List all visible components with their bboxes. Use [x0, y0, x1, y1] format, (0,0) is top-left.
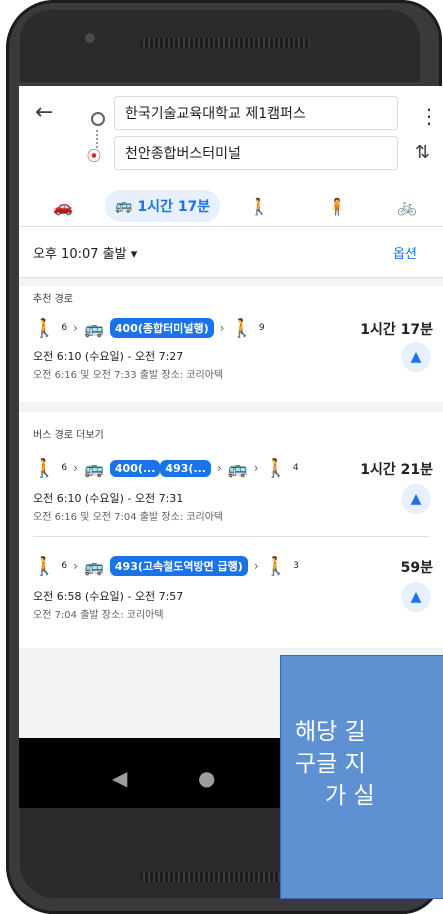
- bus-route-badge: 400(...: [109, 459, 161, 477]
- walk-icon: 🚶: [33, 317, 56, 339]
- chevron-right-icon: ›: [253, 559, 259, 573]
- bicycle-icon[interactable]: 🚲: [395, 190, 419, 222]
- origin-field[interactable]: 한국기술교육대학교 제1캠퍼스: [114, 96, 398, 130]
- navigate-icon[interactable]: ▲: [401, 342, 431, 372]
- bus-icon: 🚌: [83, 318, 104, 338]
- directions-header: ← ⦿ 한국기술교육대학교 제1캠퍼스 천안종합버스터미널 ⋮ ⇅ 🚗 🚌 1시…: [19, 86, 443, 246]
- time-range: 오전 6:10 (수요일) - 오전 7:31: [33, 492, 184, 505]
- caption-line: 가 실: [325, 783, 375, 809]
- walk-minutes: 6: [61, 561, 68, 571]
- caption-line: 해당 길: [295, 719, 366, 745]
- route-duration: 1시간 17분: [360, 322, 433, 338]
- more-routes-card: 버스 경로 더보기 🚶 6 › 🚌 400(... 493(... › 🚌 › …: [19, 412, 443, 648]
- transit-duration: 1시간 17분: [137, 199, 211, 215]
- front-camera: [85, 33, 95, 43]
- alternate-departures: 오전 6:16 및 오전 7:33 출발 장소: 코리아텍: [33, 370, 224, 381]
- tab-transit[interactable]: 🚌 1시간 17분: [105, 190, 221, 222]
- walk-icon: 🚶: [33, 457, 56, 479]
- bus-route-badge: 493(고속철도역방면 급행): [109, 556, 248, 576]
- walk-minutes: 9: [258, 323, 265, 333]
- walk-icon: 🚶: [33, 555, 56, 577]
- time-range: 오전 6:10 (수요일) - 오전 7:27: [33, 350, 184, 363]
- bus-route-badge: 493(...: [160, 459, 211, 477]
- walk-minutes: 3: [293, 561, 299, 571]
- rideshare-icon[interactable]: 🧍: [325, 190, 349, 222]
- route-steps[interactable]: 🚶 6 › 🚌 400(... 493(... › 🚌 › 🚶 4: [33, 456, 299, 480]
- earpiece-speaker: [140, 38, 310, 48]
- walk-icon[interactable]: 🚶: [247, 190, 271, 222]
- route-duration: 1시간 21분: [360, 462, 433, 478]
- chevron-right-icon: ›: [73, 559, 78, 573]
- walk-minutes: 6: [61, 463, 68, 473]
- bus-icon: 🚌: [227, 458, 248, 478]
- chevron-right-icon: ›: [73, 461, 78, 475]
- swap-icon[interactable]: ⇅: [415, 142, 430, 163]
- back-nav-icon[interactable]: ◀: [112, 766, 127, 790]
- caption-overlay: 해당 길 구글 지 가 실: [280, 655, 443, 899]
- chevron-right-icon: ›: [216, 461, 222, 475]
- recommended-route-card[interactable]: 추천 경로 🚶 6 › 🚌 400(종합터미널행) › 🚶 9 1시간 17분 …: [19, 286, 443, 402]
- section-title: 버스 경로 더보기: [33, 430, 104, 441]
- origin-dot-icon: [91, 112, 105, 126]
- alternate-departures: 오전 6:16 및 오전 7:04 출발 장소: 코리아텍: [33, 512, 224, 523]
- route-steps: 🚶 6 › 🚌 400(종합터미널행) › 🚶 9: [33, 316, 265, 340]
- walk-minutes: 4: [292, 463, 299, 473]
- travel-mode-tabs: 🚗 🚌 1시간 17분 🚶 🧍 🚲: [19, 190, 443, 230]
- destination-field[interactable]: 천안종합버스터미널: [114, 136, 398, 170]
- back-arrow-icon[interactable]: ←: [35, 100, 53, 125]
- navigate-icon[interactable]: ▲: [401, 582, 431, 612]
- route-duration: 59분: [400, 560, 433, 576]
- bus-icon: 🚌: [83, 458, 104, 478]
- chevron-right-icon: ›: [73, 321, 78, 335]
- departure-time-bar: 오후 10:07 출발 ▾ 옵션: [19, 226, 443, 278]
- section-title: 추천 경로: [33, 294, 73, 305]
- alternate-departures: 오전 7:04 출발 장소: 코리아텍: [33, 610, 164, 621]
- car-icon[interactable]: 🚗: [51, 190, 75, 222]
- walk-icon: 🚶: [264, 457, 287, 479]
- navigate-icon[interactable]: ▲: [401, 484, 431, 514]
- bus-icon: 🚌: [83, 556, 104, 576]
- walk-icon: 🚶: [230, 317, 253, 339]
- home-nav-icon[interactable]: ●: [198, 766, 215, 790]
- departure-time-dropdown[interactable]: 오후 10:07 출발 ▾: [33, 243, 137, 262]
- screen: ← ⦿ 한국기술교육대학교 제1캠퍼스 천안종합버스터미널 ⋮ ⇅ 🚗 🚌 1시…: [19, 86, 443, 738]
- time-range: 오전 6:58 (수요일) - 오전 7:57: [33, 590, 184, 603]
- bus-icon: 🚌: [115, 198, 133, 214]
- options-button[interactable]: 옵션: [393, 243, 417, 262]
- caption-line: 구글 지: [295, 751, 366, 777]
- chevron-right-icon: ›: [253, 461, 259, 475]
- walk-minutes: 6: [61, 323, 68, 333]
- route-steps[interactable]: 🚶 6 › 🚌 493(고속철도역방면 급행) › 🚶 3: [33, 554, 299, 578]
- bus-route-badge: 400(종합터미널행): [109, 318, 214, 338]
- destination-pin-icon: ⦿: [87, 149, 101, 165]
- chevron-right-icon: ›: [219, 321, 225, 335]
- divider: [33, 536, 429, 537]
- walk-icon: 🚶: [264, 555, 288, 577]
- more-options-icon[interactable]: ⋮: [419, 104, 439, 128]
